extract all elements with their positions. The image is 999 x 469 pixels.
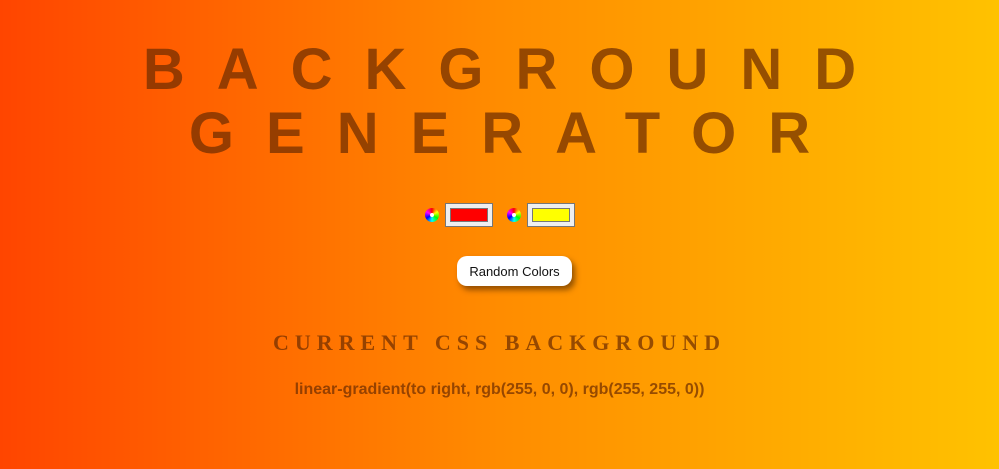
color-wheel-icon — [506, 208, 521, 222]
color-wheel-icon — [424, 208, 439, 222]
color-picker-1[interactable] — [424, 203, 493, 227]
page-title-line-1: BACKGROUND — [142, 37, 889, 102]
color-input-1[interactable] — [444, 203, 493, 227]
color-pickers — [0, 203, 999, 227]
color-input-2[interactable] — [526, 203, 575, 227]
color-picker-2[interactable] — [506, 203, 575, 227]
page-title-line-2: GENERATOR — [188, 101, 843, 166]
color-swatch-2 — [531, 208, 570, 222]
color-swatch-1 — [449, 208, 488, 222]
page-title: BACKGROUND GENERATOR — [0, 38, 999, 166]
random-colors-button[interactable]: Random Colors — [457, 256, 572, 286]
css-background-heading: CURRENT CSS BACKGROUND — [272, 330, 727, 355]
css-background-value: linear-gradient(to right, rgb(255, 0, 0)… — [294, 381, 705, 398]
